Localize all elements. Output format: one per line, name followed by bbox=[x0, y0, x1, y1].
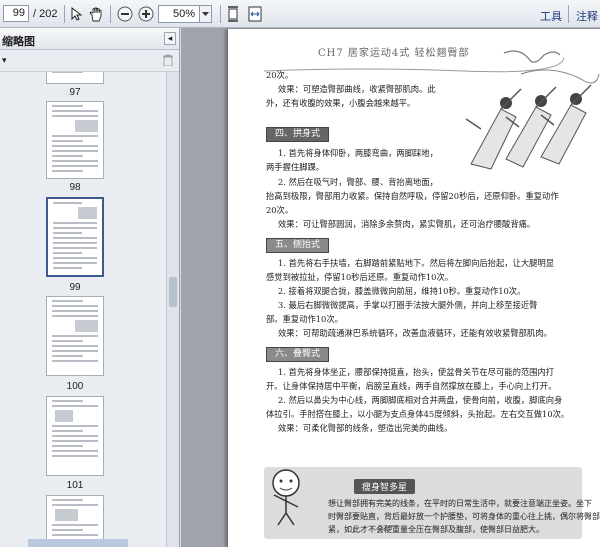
toolbar-separator bbox=[568, 5, 569, 23]
zoom-dropdown-button[interactable] bbox=[200, 5, 212, 23]
chapter-header: CH7 居家运动4式 轻松翘臀部 bbox=[318, 48, 470, 59]
tip-text-line: 紧，如此才不会使重量全压在臀部及腹部，使臀部日益肥大。 bbox=[328, 525, 544, 534]
body-text-line: 外，还有收腹的效果，小腹会越来越平。 bbox=[266, 98, 416, 108]
body-text-line: 20次。 bbox=[266, 70, 294, 80]
tip-text-line: 时臀部要贴直，背后最好放一个护腰垫，可将身体的重心往上挑，偶尔将臀部夹 bbox=[328, 512, 600, 521]
body-text-line: 效果：可让臀部圆润，消除多余赘肉，紧实臀肌，还可治疗腰酸背痛。 bbox=[278, 219, 536, 229]
thumbnail-label: 101 bbox=[66, 480, 84, 491]
zoom-level-input[interactable]: 50% bbox=[158, 5, 200, 23]
body-text-line: 效果：可塑造臀部曲线，收紧臀部肌肉。此 bbox=[278, 84, 436, 94]
section-heading: 四、拱身式 bbox=[266, 127, 330, 142]
chevron-down-icon bbox=[202, 11, 209, 16]
thumbnail-label: 100 bbox=[66, 381, 84, 392]
thumbnail-label: 97 bbox=[69, 87, 81, 98]
trash-icon[interactable] bbox=[163, 54, 173, 66]
page-thumbnail[interactable] bbox=[46, 396, 104, 476]
cartoon-character-icon bbox=[272, 469, 300, 526]
body-text-line: 2. 然后在吸气时，臀部、腰、背抬离地面， bbox=[278, 177, 438, 187]
thumbnail-label: 99 bbox=[69, 282, 81, 293]
thumbnail-panel-header: 缩略图 ◂ bbox=[0, 28, 179, 50]
collapse-panel-button[interactable]: ◂ bbox=[164, 32, 176, 45]
body-text-line: 3. 最后右脚微微提高，手掌以打圈手法按大腿外侧，并向上移至接近臀 bbox=[278, 300, 538, 310]
comment-menu-button[interactable]: 注释 bbox=[576, 8, 598, 24]
hand-tool-icon[interactable] bbox=[87, 5, 105, 23]
tip-text-line: 想让臀部拥有完美的线条，在平时的日常生活中，就要注意端正坐姿。坐下 bbox=[328, 499, 592, 508]
fit-page-icon[interactable] bbox=[224, 5, 242, 23]
page-thumbnail-selected[interactable] bbox=[46, 197, 104, 277]
page-thumbnail[interactable] bbox=[46, 72, 104, 84]
thumbnail-label: 98 bbox=[69, 182, 81, 193]
page-thumbnail[interactable] bbox=[46, 101, 104, 179]
section-heading: 五、侧抬式 bbox=[266, 238, 330, 253]
page-total-label: / 202 bbox=[33, 8, 58, 20]
exercise-illustration-icon bbox=[465, 69, 600, 170]
toolbar-separator bbox=[220, 5, 221, 23]
tip-title: 瘦身智多星 bbox=[354, 479, 416, 494]
body-text-line: 效果：可帮助疏通淋巴系统循环，改善血液循环，还能有效收紧臀部肌肉。 bbox=[278, 328, 552, 338]
options-menu-icon[interactable]: ▾ bbox=[2, 55, 7, 66]
body-text-line: 1. 首先将身体坐正，腰部保持挺直，抬头，使盆骨关节在尽可能的范围内打 bbox=[278, 367, 555, 377]
tip-box: 瘦身智多星 想让臀部拥有完美的线条，在平时的日常生活中，就要注意端正坐姿。坐下 … bbox=[264, 467, 600, 539]
section-heading: 六、叠臀式 bbox=[266, 347, 330, 362]
toolbar-separator bbox=[110, 5, 111, 23]
scrollbar-thumb[interactable] bbox=[169, 277, 177, 307]
body-text-line: 1. 首先将身体仰卧，两膝弯曲，两脚踩地， bbox=[278, 148, 438, 158]
body-text-line: 效果：可柔化臀部的线条，塑造出完美的曲线。 bbox=[278, 423, 453, 433]
body-text-line: 两手握住脚踝。 bbox=[266, 162, 325, 172]
thumbnail-panel: 缩略图 ◂ ▾ 97 98 99 100 101 bbox=[0, 28, 180, 547]
fit-width-icon[interactable] bbox=[246, 5, 264, 23]
document-page: CH7 居家运动4式 轻松翘臀部 20次。 效果：可塑造臀部曲线，收紧臀部肌肉。… bbox=[227, 29, 600, 547]
body-text-line: 1. 首先将右手扶墙，右脚踏前紧贴地下。然后将左脚向后抬起，让大腿明显 bbox=[278, 258, 555, 268]
zoom-in-icon[interactable] bbox=[137, 5, 155, 23]
toolbar-separator bbox=[64, 5, 65, 23]
zoom-out-icon[interactable] bbox=[116, 5, 134, 23]
thumbnail-scrollbar[interactable] bbox=[166, 72, 179, 547]
select-cursor-icon[interactable] bbox=[68, 5, 86, 23]
body-text-line: 2. 接着将双腿合拢，膝盖微微向前屈，维持10秒。重复动作10次。 bbox=[278, 286, 526, 296]
tools-menu-button[interactable]: 工具 bbox=[540, 8, 562, 24]
document-viewer[interactable]: CH7 居家运动4式 轻松翘臀部 20次。 效果：可塑造臀部曲线，收紧臀部肌肉。… bbox=[181, 28, 600, 547]
page-number-input[interactable]: 99 bbox=[3, 5, 29, 22]
body-text-line: 开。让身体保持居中平衡，肩膀呈直线，两手自然撑放在膝上，手心向上打开。 bbox=[266, 381, 557, 391]
thumbnail-toolbar: ▾ bbox=[0, 50, 179, 72]
thumbnail-status-strip bbox=[28, 539, 128, 547]
page-number-footer: 227 bbox=[378, 524, 394, 533]
body-text-line: 20次。 bbox=[266, 205, 294, 215]
body-text-line: 部。重复动作10次。 bbox=[266, 314, 343, 324]
body-text-line: 抬高到极限，臀部用力收紧。保持自然呼吸，停留20秒后，还原仰卧。重复动作 bbox=[266, 191, 559, 201]
thumbnail-panel-title: 缩略图 bbox=[2, 36, 35, 48]
top-toolbar: 99 / 202 50% 工具 注释 bbox=[0, 0, 600, 28]
thumbnail-list[interactable]: 97 98 99 100 101 bbox=[0, 72, 166, 547]
body-text-line: 体拉引。手肘搭在膝上，以小腿为支点身体45度倾斜，头抬起。左右交互做10次。 bbox=[266, 409, 570, 419]
body-text-line: 感觉到被拉扯，停留10秒后还原。重复动作10次。 bbox=[266, 272, 454, 282]
page-thumbnail[interactable] bbox=[46, 296, 104, 376]
body-text-line: 2. 然后以鼻尖为中心线，两脚脚底相对合并两盘，使骨向前，收腹，脚底向身 bbox=[278, 395, 563, 405]
